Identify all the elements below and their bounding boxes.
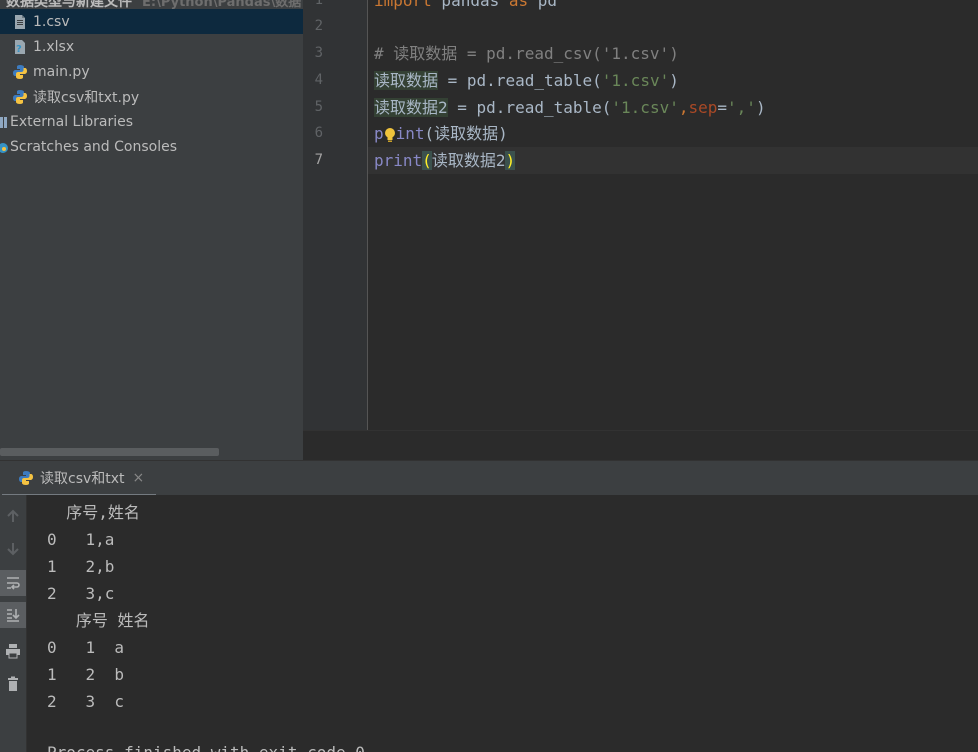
soft-wrap-button[interactable] bbox=[0, 570, 26, 596]
line-number: 3 bbox=[314, 45, 323, 61]
trash-icon bbox=[8, 676, 18, 691]
project-horizontal-scrollbar[interactable] bbox=[0, 448, 219, 456]
code-line-7: print(读取数据2) bbox=[374, 147, 516, 174]
arrow-down-icon bbox=[7, 543, 19, 556]
output-line: 2 3,c bbox=[47, 584, 115, 603]
tree-item-label: 1.csv bbox=[33, 13, 70, 30]
tree-item-1-csv[interactable]: 1.csv bbox=[0, 9, 303, 34]
alias-name: pd bbox=[528, 0, 558, 10]
python-run-icon bbox=[19, 470, 33, 485]
tree-item-1-xlsx[interactable]: ? 1.xlsx bbox=[0, 34, 303, 59]
editor-bottom-strip bbox=[303, 430, 978, 460]
lightbulb-icon[interactable] bbox=[384, 127, 396, 142]
tree-item-label: 1.xlsx bbox=[33, 38, 75, 55]
line-number-current: 7 bbox=[314, 152, 323, 168]
project-tool-window: 数据类型与新建文件 E:\Python\Pandas\数据 1.csv ? 1.… bbox=[0, 0, 303, 460]
output-line: 序号 姓名 bbox=[47, 611, 150, 630]
code-line-6: p int(读取数据) bbox=[374, 120, 508, 147]
python-file-icon bbox=[13, 89, 27, 104]
keyword-argument: sep bbox=[688, 98, 718, 117]
scroll-down-button[interactable] bbox=[0, 536, 26, 562]
variable-highlight: 读取数据2 bbox=[374, 98, 448, 117]
scratches-icon bbox=[0, 142, 8, 153]
tree-item-label: main.py bbox=[33, 63, 90, 80]
library-icon bbox=[0, 116, 7, 128]
scroll-to-end-icon bbox=[7, 609, 20, 622]
close-icon[interactable]: × bbox=[133, 470, 145, 486]
builtin-print: print bbox=[374, 151, 423, 170]
builtin-print-rest: int bbox=[395, 124, 425, 143]
code-line-5: 读取数据2 = pd.read_table('1.csv',sep=',') bbox=[374, 94, 766, 121]
code-line-3: # 读取数据 = pd.read_csv('1.csv') bbox=[374, 44, 679, 63]
code-text: = pd.read_table( bbox=[447, 98, 612, 117]
svg-text:?: ? bbox=[16, 44, 22, 55]
module-name: pandas bbox=[431, 0, 509, 10]
string-literal: '1.csv' bbox=[601, 71, 670, 90]
code-text: 读取数据2 bbox=[431, 151, 506, 170]
code-text: = pd.read_table( bbox=[438, 71, 602, 90]
string-literal: ',' bbox=[727, 98, 756, 117]
matched-paren-open: ( bbox=[422, 151, 432, 170]
matched-paren-close: ) bbox=[505, 151, 516, 170]
editor-gutter: 1 2 3 4 5 6 7 bbox=[303, 0, 368, 430]
tree-item-main-py[interactable]: main.py bbox=[0, 59, 303, 84]
code-text: ) bbox=[755, 98, 766, 117]
tree-item-label: 读取csv和txt.py bbox=[33, 89, 140, 106]
print-button[interactable] bbox=[0, 638, 26, 664]
builtin-print: p bbox=[374, 124, 384, 143]
clear-all-button[interactable] bbox=[0, 671, 26, 697]
output-line: 0 1 a bbox=[47, 638, 125, 657]
csv-file-icon bbox=[15, 14, 25, 29]
line-number: 5 bbox=[314, 99, 323, 115]
line-number: 6 bbox=[314, 125, 323, 141]
tree-item-label: Scratches and Consoles bbox=[10, 138, 177, 155]
tree-item-external-libraries[interactable]: External Libraries bbox=[0, 109, 303, 134]
output-line: 0 1,a bbox=[47, 530, 115, 549]
output-line: 1 2,b bbox=[47, 557, 115, 576]
run-tab-read-csv-txt[interactable]: 读取csv和txt × bbox=[2, 461, 156, 497]
code-text: = bbox=[717, 98, 728, 117]
output-line: 2 3 c bbox=[47, 692, 125, 711]
tree-item-read-csv-txt-py[interactable]: 读取csv和txt.py bbox=[0, 84, 303, 109]
code-line-4: 读取数据 = pd.read_table('1.csv') bbox=[374, 67, 679, 94]
run-console-output[interactable]: ╵ ╵ ╵ ╵ ╵ ╵ ╵ ╵ ╵ ╵ 序号,姓名 0 1,a 1 2,b 2 … bbox=[27, 495, 978, 752]
line-number: 1 bbox=[314, 0, 323, 8]
string-literal: '1.csv' bbox=[611, 98, 679, 117]
scroll-to-end-button[interactable] bbox=[0, 602, 26, 628]
output-line: 序号,姓名 bbox=[47, 503, 140, 522]
run-toolbar bbox=[0, 495, 27, 752]
scroll-up-button[interactable] bbox=[0, 503, 26, 529]
output-line-exit: Process finished with exit code 0 bbox=[47, 739, 365, 752]
line-number: 4 bbox=[314, 72, 323, 88]
python-file-icon bbox=[13, 64, 27, 79]
line-number: 2 bbox=[314, 18, 323, 34]
run-tab-bar: 读取csv和txt × bbox=[0, 460, 978, 497]
variable-highlight: 读取数据 bbox=[374, 71, 439, 90]
code-text: (读取数据) bbox=[424, 124, 508, 143]
code-editor[interactable]: 1 2 3 4 5 6 7 import pandas as pd # 读取数据… bbox=[303, 0, 978, 460]
printer-icon bbox=[6, 644, 20, 659]
output-line: 1 2 b bbox=[47, 665, 125, 684]
unknown-file-icon: ? bbox=[15, 39, 25, 55]
tree-item-scratches[interactable]: Scratches and Consoles bbox=[0, 134, 303, 159]
arrow-up-icon bbox=[7, 509, 19, 522]
as-keyword: as bbox=[508, 0, 529, 10]
run-tab-label: 读取csv和txt bbox=[40, 470, 125, 487]
import-keyword: import bbox=[374, 0, 432, 10]
tree-item-label: External Libraries bbox=[10, 113, 133, 130]
code-line-1: import pandas as pd bbox=[374, 0, 557, 14]
soft-wrap-icon bbox=[7, 577, 20, 590]
code-text: ) bbox=[669, 71, 679, 90]
